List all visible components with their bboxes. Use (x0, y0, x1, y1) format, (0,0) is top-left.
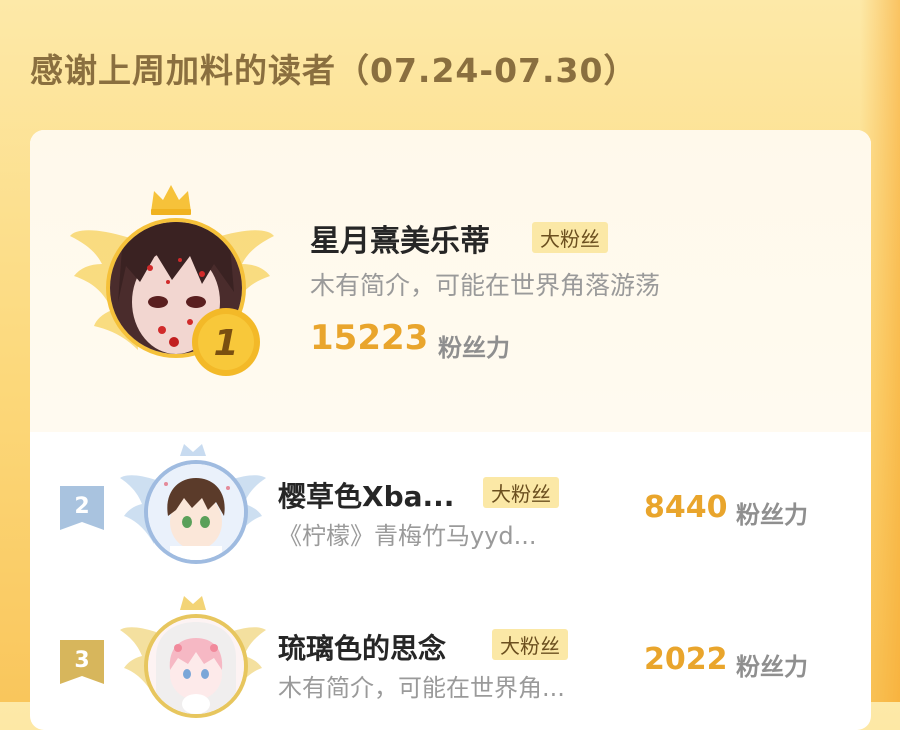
fan-power-3: 2022 (644, 642, 728, 677)
fan-power-2: 8440 (644, 490, 728, 525)
rank-number-3: 3 (74, 648, 89, 673)
fan-badge-1: 大粉丝 (532, 222, 608, 253)
reader-name-2[interactable]: 樱草色Xba... (278, 475, 454, 515)
rank-number-2: 2 (74, 494, 89, 519)
fan-power-label-1: 粉丝力 (438, 334, 510, 362)
reader-name-3[interactable]: 琉璃色的思念 (278, 627, 446, 667)
fan-power-label-3: 粉丝力 (736, 653, 808, 681)
fan-badge-2: 大粉丝 (483, 477, 559, 508)
fan-power-1: 15223 (310, 318, 429, 358)
rank-medal-icon: 1 (192, 308, 260, 376)
crown-icon (151, 185, 191, 215)
page-title: 感谢上周加料的读者（07.24-07.30） (30, 51, 638, 90)
fan-power-label-2: 粉丝力 (736, 501, 808, 529)
rank-number-1: 1 (213, 323, 238, 364)
avatar-image (148, 618, 244, 714)
reader-desc-1: 木有简介，可能在世界角落游荡 (310, 271, 661, 300)
rank-badge-2: 2 (60, 486, 104, 530)
avatar-image (148, 464, 244, 560)
reader-desc-2: 《柠檬》青梅竹马yyd... (278, 522, 537, 550)
rank-badge-3: 3 (60, 640, 104, 684)
reader-desc-3: 木有简介，可能在世界角... (278, 674, 565, 702)
fan-badge-3: 大粉丝 (492, 629, 568, 660)
reader-name-1[interactable]: 星月熹美乐蒂 (310, 216, 490, 260)
leaderboard-card: 1 星月熹美乐蒂 大粉丝 木有简介，可能在世界角落游荡 15223 粉丝力 2 (30, 130, 871, 730)
reader-avatar-3[interactable] (144, 614, 248, 718)
reader-avatar-2[interactable] (144, 460, 248, 564)
